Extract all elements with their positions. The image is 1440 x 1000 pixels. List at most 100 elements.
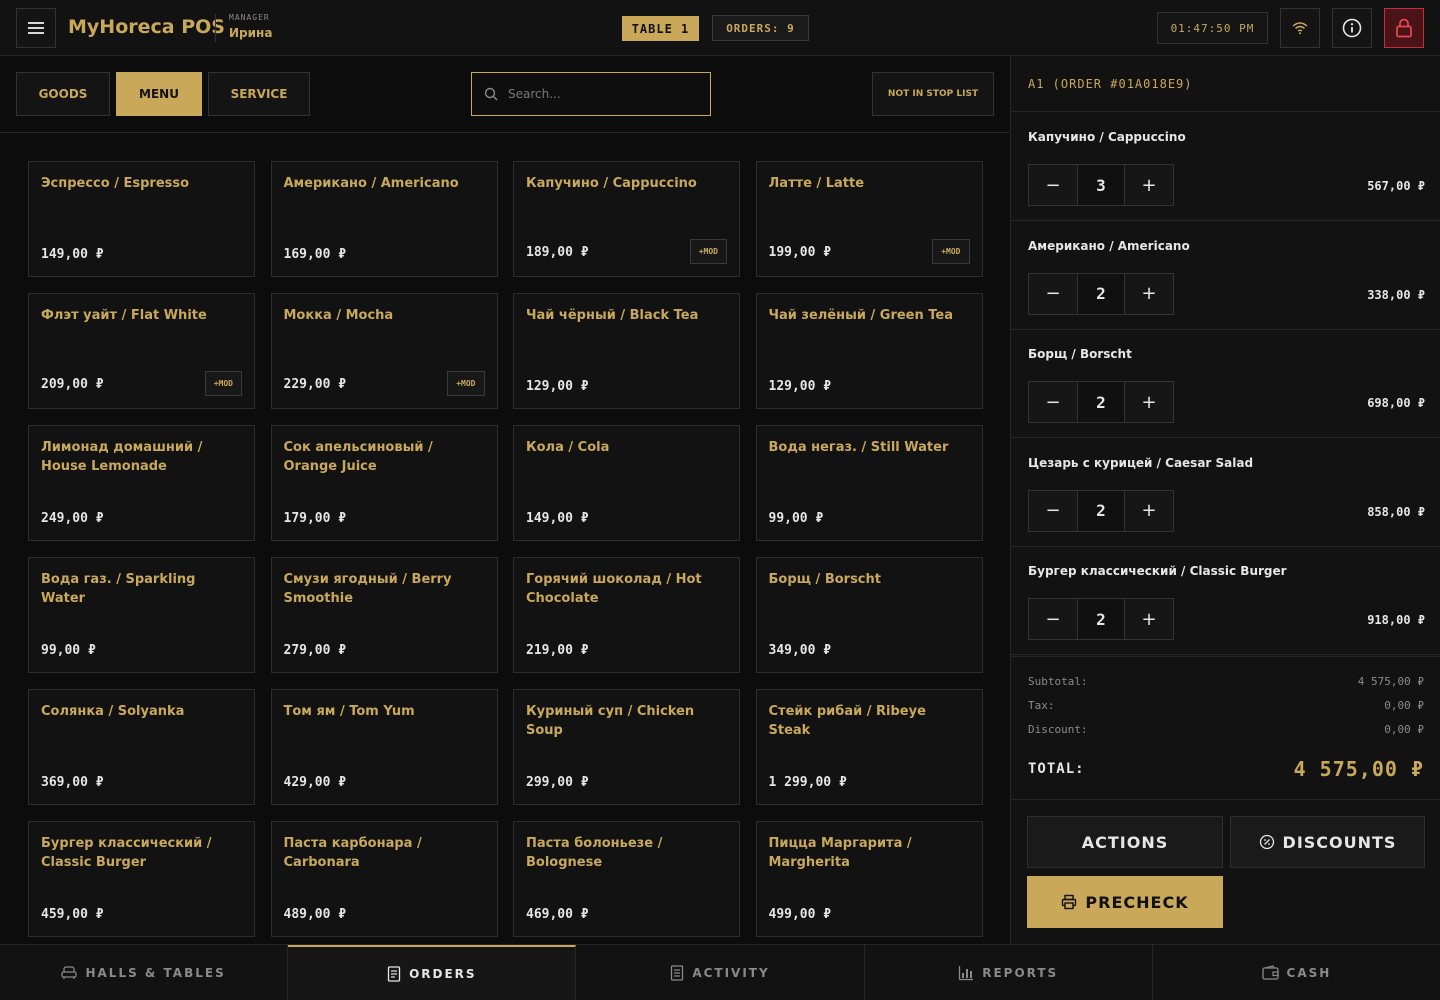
increase-quantity-button[interactable]: + (1125, 490, 1173, 531)
quantity-value: 2 (1076, 382, 1125, 423)
decrease-quantity-button[interactable]: − (1029, 273, 1077, 314)
menu-item-card[interactable]: Чай зелёный / Green Tea 129,00 ₽ (755, 293, 983, 409)
decrease-quantity-button[interactable]: − (1029, 382, 1077, 423)
menu-item-card[interactable]: Стейк рибай / Ribeye Steak 1 299,00 ₽ (755, 689, 983, 805)
menu-item-card[interactable]: Американо / Americano 169,00 ₽ (270, 161, 498, 277)
menu-item-price: 229,00 ₽ (283, 377, 347, 392)
menu-item-price: 149,00 ₽ (41, 247, 104, 262)
menu-item-name: Стейк рибай / Ribeye Steak (768, 704, 926, 738)
menu-item-card[interactable]: Кола / Cola 149,00 ₽ (513, 425, 740, 541)
hamburger-menu-button[interactable] (16, 8, 56, 48)
menu-item-card[interactable]: Паста карбонара / Carbonara 489,00 ₽ (270, 821, 498, 937)
menu-item-name: Мокка / Mocha (283, 308, 394, 323)
clock: 01:47:50 PM (1157, 12, 1268, 44)
bar-chart-icon (959, 965, 974, 980)
decrease-quantity-button[interactable]: − (1029, 165, 1077, 205)
order-title: A1 (ORDER #01A018E9) (1011, 56, 1440, 112)
decrease-quantity-button[interactable]: − (1029, 490, 1077, 531)
category-goods-button[interactable]: GOODS (16, 72, 110, 116)
modifier-button[interactable]: +MOD (689, 239, 727, 264)
discount-label: Discount: (1028, 723, 1088, 736)
decrease-quantity-button[interactable]: − (1029, 599, 1077, 640)
discount-value: 0,00 ₽ (1384, 723, 1424, 736)
discounts-button[interactable]: DISCOUNTS (1230, 816, 1425, 868)
menu-item-price: 99,00 ₽ (768, 511, 824, 526)
menu-item-card[interactable]: Смузи ягодный / Berry Smoothie 279,00 ₽ (270, 557, 498, 673)
menu-item-card[interactable]: Эспрессо / Espresso 149,00 ₽ (28, 161, 255, 277)
lock-button[interactable] (1384, 8, 1424, 48)
increase-quantity-button[interactable]: + (1125, 599, 1173, 640)
search-box[interactable] (471, 72, 711, 116)
hamburger-icon (28, 27, 44, 29)
menu-item-card[interactable]: Солянка / Solyanka 369,00 ₽ (28, 689, 255, 805)
menu-item-card[interactable]: Куриный суп / Chicken Soup 299,00 ₽ (513, 689, 740, 805)
menu-item-card[interactable]: Лимонад домашний / House Lemonade 249,00 … (28, 425, 255, 541)
menu-item-price: 199,00 ₽ (768, 245, 832, 260)
menu-item-name: Лимонад домашний / House Lemonade (41, 440, 203, 474)
order-line: Американо / Americano −2 +338,00 ₽ (1011, 221, 1440, 330)
modifier-button[interactable]: +MOD (447, 371, 485, 396)
menu-item-card[interactable]: Капучино / Cappuccino 189,00 ₽ +MOD (513, 161, 740, 277)
menu-item-card[interactable]: Паста болоньезе / Bolognese 469,00 ₽ (513, 821, 740, 937)
menu-item-card[interactable]: Горячий шоколад / Hot Chocolate 219,00 ₽ (513, 557, 740, 673)
modifier-button[interactable]: +MOD (932, 239, 970, 264)
order-line-name: Цезарь с курицей / Caesar Salad (1028, 455, 1254, 470)
actions-button[interactable]: ACTIONS (1027, 816, 1223, 868)
nav-reports[interactable]: REPORTS (865, 945, 1153, 1000)
menu-item-name: Паста карбонара / Carbonara (283, 836, 422, 870)
menu-item-name: Флэт уайт / Flat White (41, 308, 207, 323)
stop-list-filter-button[interactable]: NOT IN STOP LIST (872, 72, 994, 116)
subtotal-row: Subtotal: 4 575,00 ₽ (1028, 675, 1424, 688)
menu-item-name: Солянка / Solyanka (41, 704, 185, 719)
wifi-button[interactable] (1280, 8, 1320, 48)
menu-item-price: 219,00 ₽ (526, 643, 589, 658)
increase-quantity-button[interactable]: + (1125, 165, 1173, 205)
menu-item-card[interactable]: Сок апельсиновый / Orange Juice 179,00 ₽ (270, 425, 498, 541)
divider (1011, 799, 1440, 800)
menu-item-name: Смузи ягодный / Berry Smoothie (283, 572, 452, 606)
quantity-value: 2 (1076, 490, 1125, 531)
increase-quantity-button[interactable]: + (1125, 382, 1173, 423)
nav-label: REPORTS (982, 965, 1059, 980)
menu-item-name: Паста болоньезе / Bolognese (526, 836, 663, 870)
category-service-button[interactable]: SERVICE (208, 72, 310, 116)
discount-row: Discount: 0,00 ₽ (1028, 723, 1424, 736)
nav-halls-tables[interactable]: HALLS & TABLES (0, 945, 289, 1000)
menu-item-card[interactable]: Бургер классический / Classic Burger 459,… (28, 821, 255, 937)
tax-label: Tax: (1028, 699, 1055, 712)
menu-item-price: 179,00 ₽ (283, 511, 347, 526)
receipt-icon (387, 965, 401, 982)
modifier-button[interactable]: +MOD (204, 371, 242, 396)
menu-item-card[interactable]: Борщ / Borscht 349,00 ₽ (755, 557, 983, 673)
menu-item-card[interactable]: Флэт уайт / Flat White 209,00 ₽ +MOD (28, 293, 255, 409)
nav-cash[interactable]: CASH (1153, 945, 1440, 1000)
nav-activity[interactable]: ACTIVITY (576, 945, 865, 1000)
menu-item-card[interactable]: Латте / Latte 199,00 ₽ +MOD (755, 161, 983, 277)
info-icon (1342, 18, 1362, 38)
search-input[interactable] (508, 87, 688, 101)
menu-item-card[interactable]: Вода газ. / Sparkling Water 99,00 ₽ (28, 557, 255, 673)
menu-item-card[interactable]: Том ям / Tom Yum 429,00 ₽ (270, 689, 498, 805)
quantity-stepper: −2 + (1028, 489, 1174, 532)
order-panel: A1 (ORDER #01A018E9) Капучино / Cappucci… (1010, 56, 1440, 944)
quantity-stepper: −2 + (1028, 598, 1174, 641)
nav-orders[interactable]: ORDERS (288, 945, 577, 1000)
top-bar: MyHoreca POS MANAGER Ирина TABLE 1 ORDER… (0, 0, 1440, 56)
wifi-icon (1292, 22, 1308, 35)
menu-item-card[interactable]: Вода негаз. / Still Water 99,00 ₽ (755, 425, 983, 541)
precheck-button[interactable]: PRECHECK (1027, 876, 1223, 928)
menu-item-card[interactable]: Мокка / Mocha 229,00 ₽ +MOD (270, 293, 498, 409)
info-button[interactable] (1332, 8, 1372, 48)
menu-item-price: 489,00 ₽ (283, 907, 347, 922)
orders-count-badge[interactable]: ORDERS: 9 (712, 15, 809, 41)
order-line-total: 858,00 ₽ (1367, 504, 1425, 519)
menu-item-name: Кола / Cola (526, 440, 610, 455)
menu-item-card[interactable]: Чай чёрный / Black Tea 129,00 ₽ (513, 293, 740, 409)
table-badge[interactable]: TABLE 1 (622, 16, 699, 41)
increase-quantity-button[interactable]: + (1125, 273, 1173, 314)
menu-item-name: Чай чёрный / Black Tea (526, 308, 699, 323)
category-menu-button[interactable]: MENU (116, 72, 202, 116)
menu-item-card[interactable]: Пицца Маргарита / Margherita 499,00 ₽ (755, 821, 983, 937)
menu-item-price: 169,00 ₽ (283, 247, 347, 262)
menu-item-name: Вода негаз. / Still Water (768, 440, 949, 455)
